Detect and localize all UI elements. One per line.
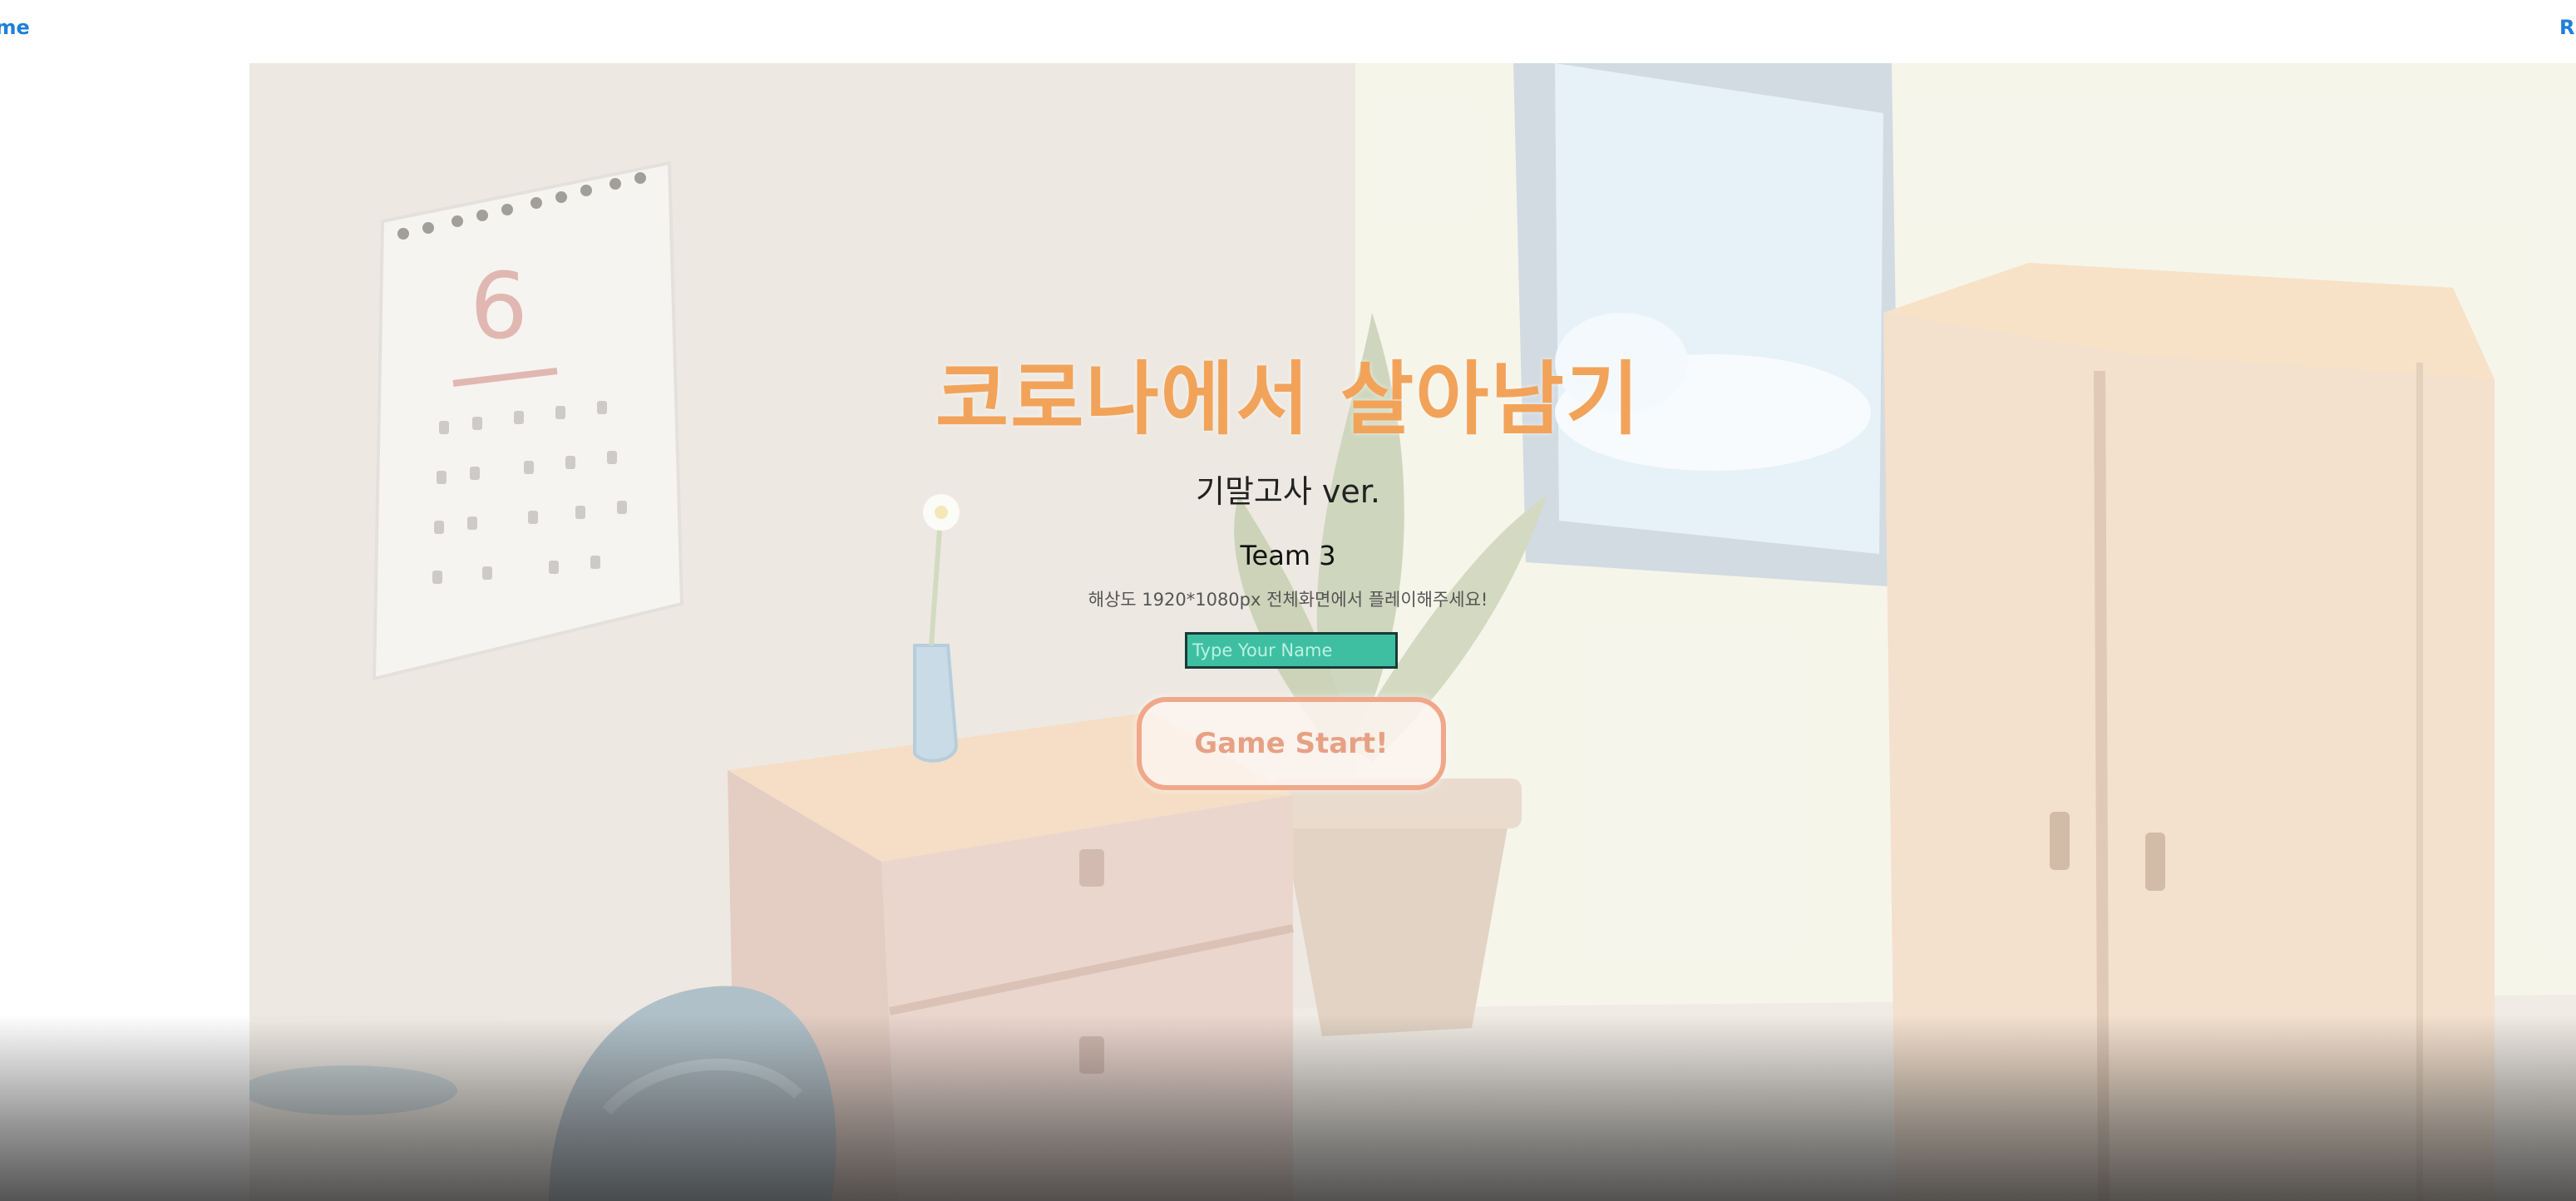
right-link[interactable]: R	[2559, 15, 2574, 40]
top-bar: ome R	[0, 0, 2576, 63]
room-scene: 6	[249, 63, 2576, 1201]
room-background: 6	[249, 63, 2576, 1201]
game-title: 코로나에서 살아남기	[935, 353, 1641, 446]
game-subtitle: 기말고사 ver.	[1195, 473, 1380, 510]
game-start-button[interactable]: Game Start!	[1137, 697, 1446, 790]
resolution-notice: 해상도 1920*1080px 전체화면에서 플레이해주세요!	[1088, 590, 1488, 610]
name-input[interactable]	[1185, 632, 1398, 669]
team-label: Team 3	[1240, 540, 1336, 571]
home-link[interactable]: ome	[0, 15, 30, 40]
